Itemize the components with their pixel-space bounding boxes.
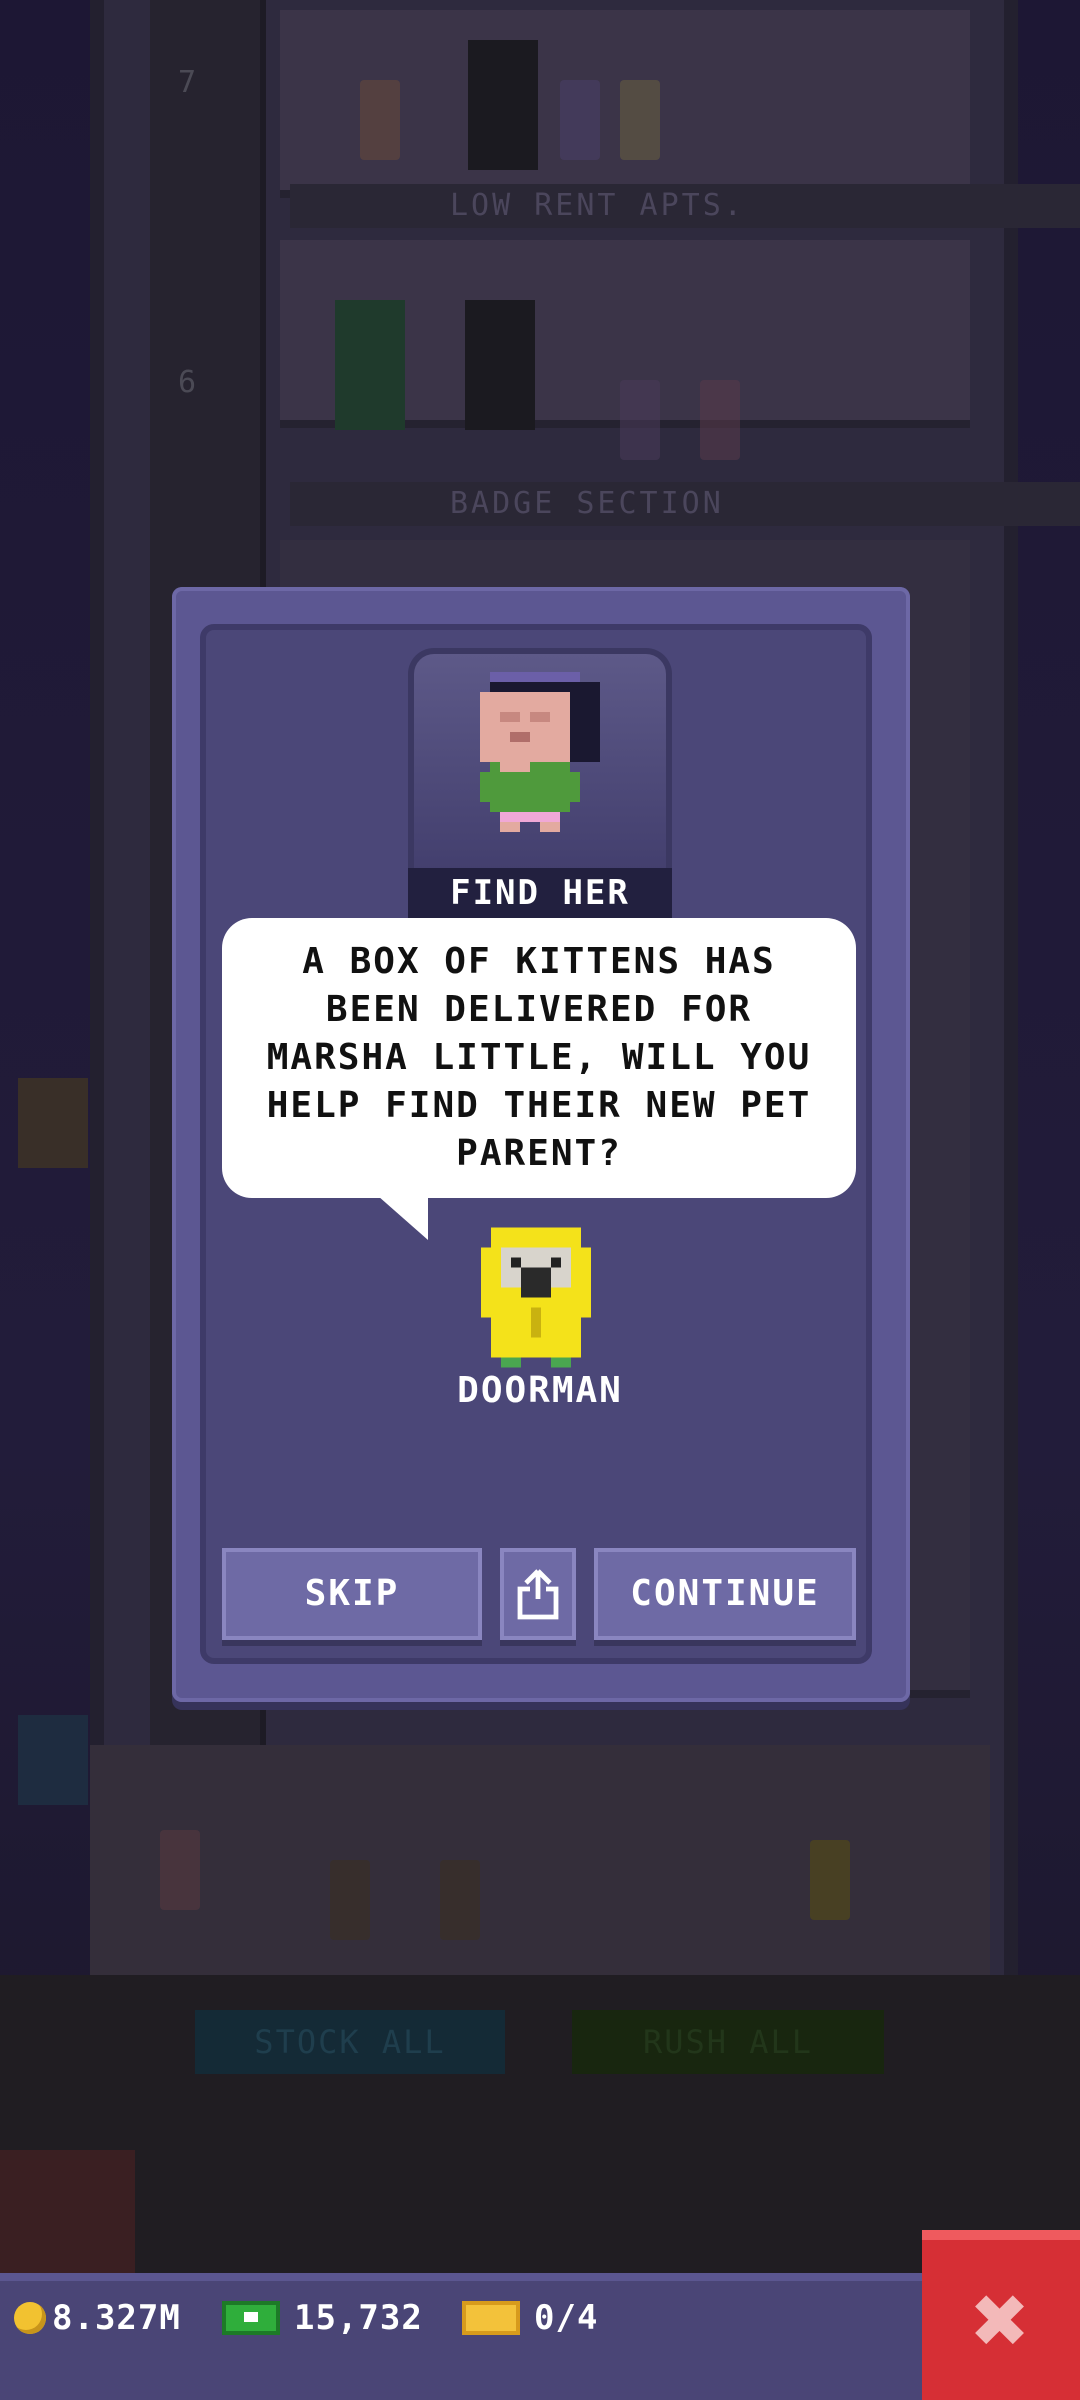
bux-icon (222, 2301, 280, 2335)
coins-value: 8.327M (52, 2298, 181, 2338)
bottom-panel (0, 1975, 1080, 2275)
bux-counter: 15,732 (222, 2296, 423, 2340)
floor-7-door (468, 40, 538, 170)
coin-icon (14, 2302, 46, 2334)
speech-bubble-tail (378, 1196, 428, 1240)
lobby-doorman (810, 1840, 850, 1920)
lobby-person (440, 1860, 480, 1940)
share-button[interactable] (500, 1548, 576, 1640)
ticket-icon (462, 2301, 520, 2335)
floor-6-label: BADGE SECTION (290, 482, 1080, 526)
skip-button[interactable]: SKIP (222, 1548, 482, 1640)
side-menu-icon[interactable] (18, 1715, 88, 1805)
coins-counter: 8.327M (14, 2296, 181, 2340)
side-food-icon[interactable] (18, 1078, 88, 1168)
portrait-caption: FIND HER (408, 868, 672, 918)
floor-7-label: LOW RENT APTS. (290, 184, 1080, 228)
floor-7-resident (620, 80, 660, 160)
doorman-avatar (481, 1227, 591, 1368)
speech-bubble: A BOX OF KITTENS HAS BEEN DELIVERED FOR … (222, 918, 856, 1198)
floor-number-6: 6 (178, 365, 197, 400)
stock-all-button[interactable]: STOCK ALL (195, 2010, 505, 2074)
floor-7-resident (560, 80, 600, 160)
marsha-little-portrait (480, 672, 600, 832)
floor-7-resident (360, 80, 400, 160)
continue-button[interactable]: CONTINUE (594, 1548, 856, 1640)
bux-value: 15,732 (294, 2298, 423, 2338)
floor-6-resident (700, 380, 740, 460)
lobby-floor (90, 1745, 990, 1975)
dialog-message: A BOX OF KITTENS HAS BEEN DELIVERED FOR … (266, 941, 812, 1174)
lobby-person (330, 1860, 370, 1940)
share-icon (517, 1569, 559, 1620)
speaker-name: DOORMAN (457, 1370, 623, 1411)
floor-number-7: 7 (178, 65, 197, 100)
tickets-counter: 0/4 (462, 2296, 598, 2340)
rush-all-button[interactable]: RUSH ALL (572, 2010, 884, 2074)
floor-6-door (335, 300, 405, 430)
close-icon: ✖ (972, 2264, 1030, 2376)
elevator-button[interactable] (0, 2150, 135, 2275)
lobby-person (160, 1830, 200, 1910)
floor-6-door (465, 300, 535, 430)
tickets-value: 0/4 (534, 2298, 599, 2338)
floor-6-resident (620, 380, 660, 460)
close-button[interactable]: ✖ (922, 2230, 1080, 2400)
